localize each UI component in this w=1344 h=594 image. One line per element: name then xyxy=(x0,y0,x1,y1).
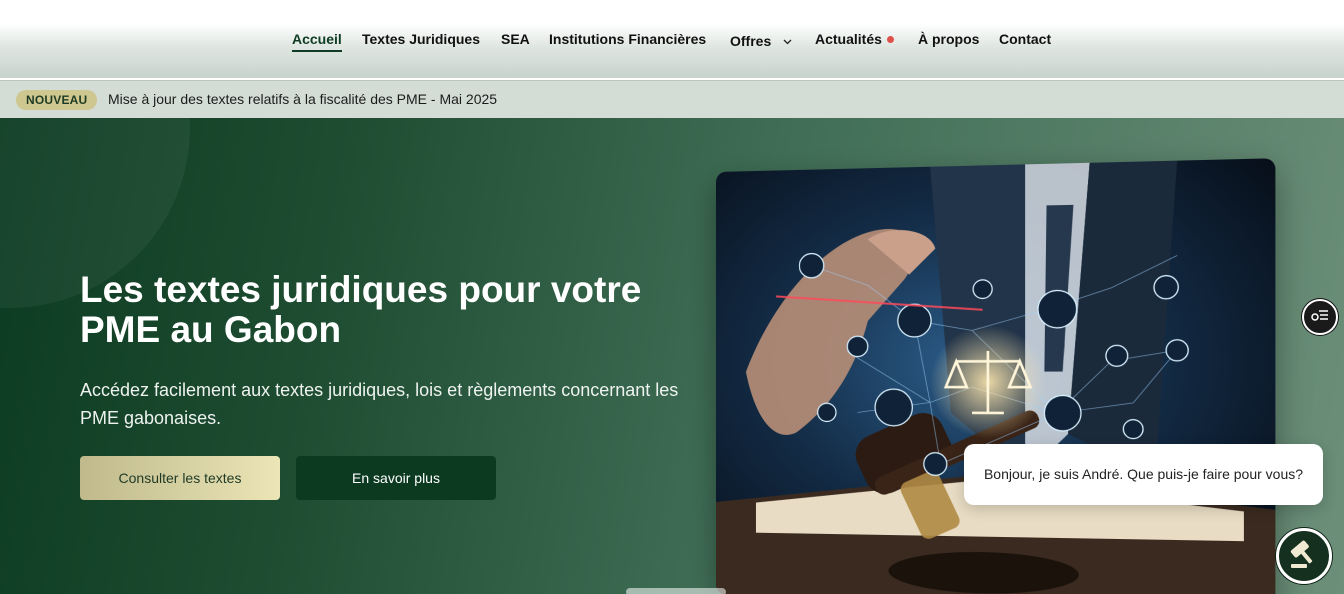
nav-item-actualites[interactable]: Actualités xyxy=(815,28,894,50)
hero-image-justice-network xyxy=(716,158,1276,594)
new-badge: NOUVEAU xyxy=(16,90,98,110)
nav-item-textes-juridiques[interactable]: Textes Juridiques xyxy=(362,28,480,50)
gavel-icon xyxy=(1287,537,1321,576)
hero-title: Les textes juridiques pour votre PME au … xyxy=(80,269,642,350)
chat-assistant-button[interactable] xyxy=(1276,528,1332,584)
accessibility-menu-icon xyxy=(1311,308,1329,327)
nav-item-accueil[interactable]: Accueil xyxy=(292,28,342,52)
nav-item-contact[interactable]: Contact xyxy=(999,28,1051,50)
chevron-down-icon xyxy=(783,32,792,54)
nav-item-actualites-label: Actualités xyxy=(815,31,882,47)
chat-greeting-bubble[interactable]: Bonjour, je suis André. Que puis-je fair… xyxy=(964,444,1323,505)
ticker-text[interactable]: Mise à jour des textes relatifs à la fis… xyxy=(108,91,497,107)
learn-more-button[interactable]: En savoir plus xyxy=(296,456,496,500)
scroll-indicator[interactable] xyxy=(626,588,726,594)
nav-item-a-propos[interactable]: À propos xyxy=(918,28,979,50)
hero-description: Accédez facilement aux textes juridiques… xyxy=(80,380,679,428)
nav-item-sea[interactable]: SEA xyxy=(501,28,530,50)
nav-menu: Accueil Textes Juridiques SEA Institutio… xyxy=(0,28,1344,52)
accessibility-menu-button[interactable] xyxy=(1302,299,1338,335)
nav-item-offres[interactable]: Offres xyxy=(730,30,792,54)
nav-item-institutions-financieres[interactable]: Institutions Financières xyxy=(549,28,706,50)
notification-dot xyxy=(886,36,894,43)
news-ticker: NOUVEAU Mise à jour des textes relatifs … xyxy=(0,80,1344,118)
consult-texts-button[interactable]: Consulter les textes xyxy=(80,456,280,500)
top-navigation: Accueil Textes Juridiques SEA Institutio… xyxy=(0,0,1344,80)
nav-item-offres-label: Offres xyxy=(730,33,772,49)
hero-section: Les textes juridiques pour votre PME au … xyxy=(0,118,1344,594)
